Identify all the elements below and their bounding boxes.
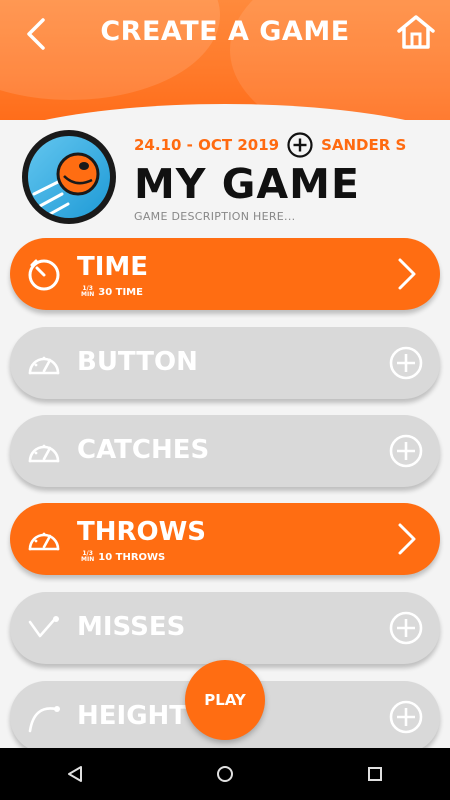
game-description[interactable]: GAME DESCRIPTION HERE... — [134, 210, 295, 223]
game-info: 24.10 - OCT 2019 SANDER S MY GAME GAME D… — [22, 130, 432, 230]
game-meta: 24.10 - OCT 2019 SANDER S — [134, 132, 406, 158]
home-button[interactable] — [394, 12, 438, 52]
plus-circle-icon[interactable] — [388, 433, 424, 469]
nav-home-button[interactable] — [203, 752, 247, 796]
game-logo[interactable] — [22, 130, 116, 224]
page-title: CREATE A GAME — [100, 16, 350, 47]
option-row-time[interactable]: TIME 1/3 MIN 30 TIME — [10, 238, 440, 310]
option-label: HEIGHT — [77, 701, 188, 731]
system-navbar — [0, 748, 450, 800]
option-label: CATCHES — [77, 435, 210, 465]
option-subtitle: 1/3 MIN 10 THROWS — [81, 551, 165, 563]
play-button[interactable]: PLAY — [185, 660, 265, 740]
option-label: MISSES — [77, 612, 186, 642]
option-row-throws[interactable]: THROWS 1/3 MIN 10 THROWS — [10, 503, 440, 575]
min-badge-icon: 1/3 MIN — [81, 285, 95, 298]
home-icon — [397, 15, 435, 49]
nav-back-icon — [68, 766, 82, 782]
option-value: 10 THROWS — [98, 551, 166, 563]
option-subtitle: 1/3 MIN 30 TIME — [81, 286, 143, 298]
ball-icon — [28, 136, 110, 218]
min-badge-icon: 1/3 MIN — [81, 550, 95, 563]
gauge-icon — [28, 444, 60, 463]
plus-circle-icon[interactable] — [388, 610, 424, 646]
timer-icon — [28, 259, 60, 291]
option-label: BUTTON — [77, 347, 198, 377]
gauge-icon — [28, 356, 60, 375]
arc-icon — [28, 706, 60, 733]
nav-home-icon — [217, 766, 233, 782]
plus-circle-icon[interactable] — [388, 345, 424, 381]
chevron-right-icon[interactable] — [388, 521, 424, 557]
chevron-right-icon[interactable] — [388, 256, 424, 292]
option-row-catches[interactable]: CATCHES — [10, 415, 440, 487]
nav-recents-icon — [368, 767, 382, 781]
option-row-misses[interactable]: MISSES — [10, 592, 440, 664]
gauge-icon — [28, 532, 60, 551]
game-name[interactable]: MY GAME — [134, 160, 360, 208]
add-player-button[interactable] — [287, 132, 313, 158]
game-date: 24.10 - OCT 2019 — [134, 136, 280, 154]
nav-back-button[interactable] — [53, 752, 97, 796]
plus-circle-icon — [287, 132, 313, 158]
option-row-button[interactable]: BUTTON — [10, 327, 440, 399]
trajectory-icon — [28, 616, 59, 638]
nav-recents-button[interactable] — [353, 752, 397, 796]
game-author: SANDER S — [321, 136, 407, 154]
option-label: TIME — [77, 252, 149, 282]
option-value: 30 TIME — [98, 286, 143, 298]
plus-circle-icon[interactable] — [388, 699, 424, 735]
option-label: THROWS — [77, 517, 207, 547]
